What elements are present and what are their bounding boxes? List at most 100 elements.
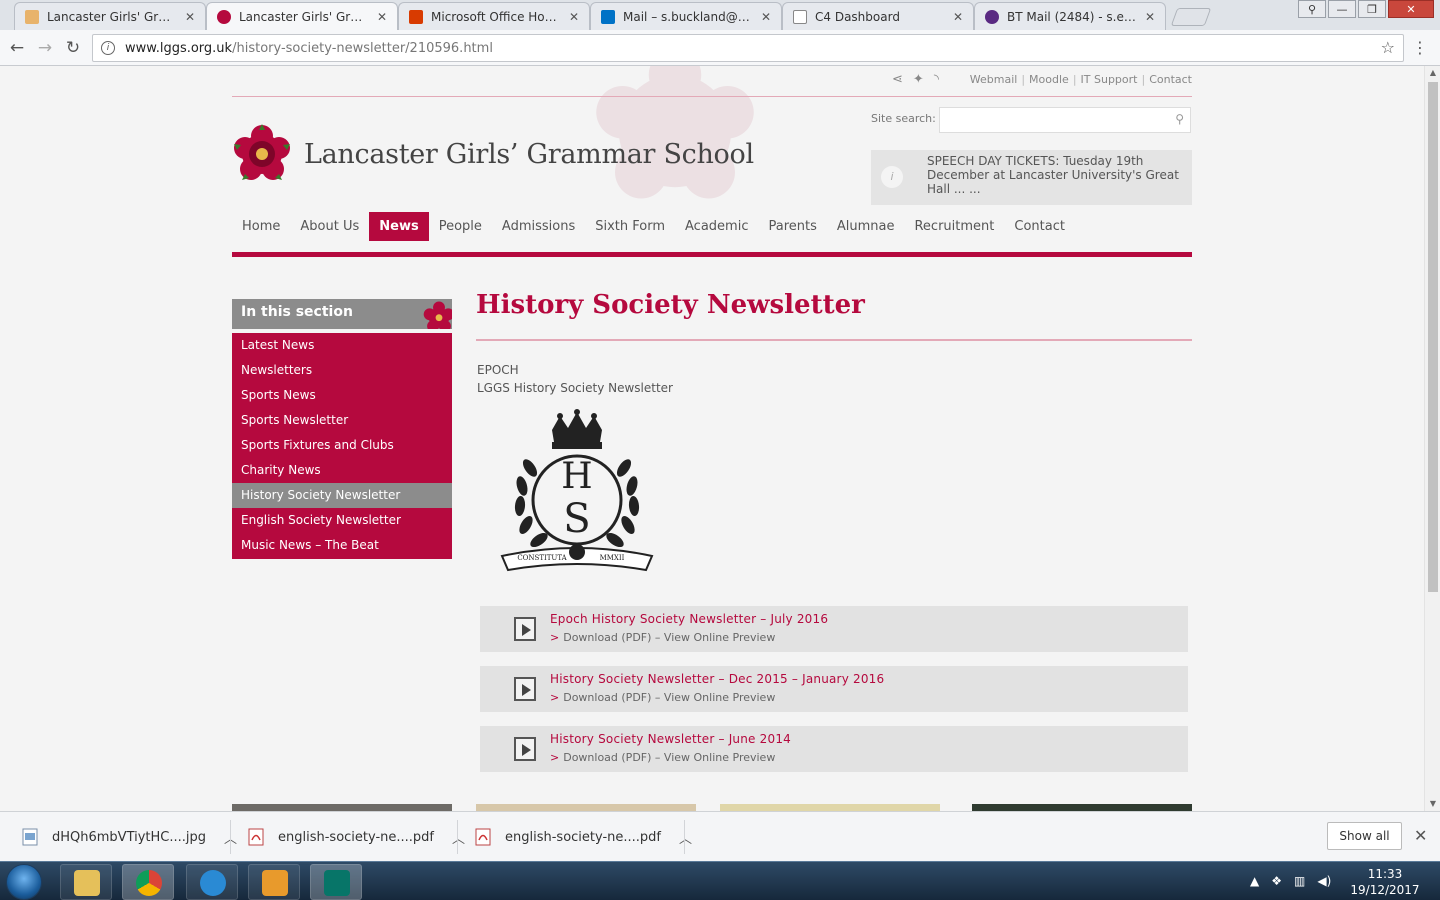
twitter-icon[interactable]: ✦: [913, 72, 924, 87]
play-icon[interactable]: [514, 677, 536, 701]
sidebar-item-english-society[interactable]: English Society Newsletter: [232, 508, 452, 533]
search-icon[interactable]: ⚲: [1175, 112, 1184, 126]
download-file-item[interactable]: english-society-ne....pdf ︿: [475, 820, 692, 854]
footer-image[interactable]: [720, 804, 940, 811]
download-title[interactable]: History Society Newsletter – June 2014: [550, 732, 791, 746]
nav-news[interactable]: News: [369, 212, 429, 241]
sidebar-item-latest-news[interactable]: Latest News: [232, 333, 452, 358]
nav-home[interactable]: Home: [232, 212, 290, 241]
top-link-moodle[interactable]: Moodle: [1029, 73, 1069, 86]
chevron-up-icon[interactable]: ︿: [452, 828, 465, 847]
close-tab-icon[interactable]: ✕: [951, 10, 965, 24]
title-divider: [476, 339, 1192, 341]
scroll-down-icon[interactable]: ▼: [1425, 797, 1440, 811]
download-filename: dHQh6mbVTiytHC....jpg: [52, 829, 207, 845]
close-window-button[interactable]: ✕: [1388, 0, 1434, 18]
volume-icon[interactable]: ◀): [1317, 874, 1331, 888]
browser-tab-6[interactable]: BT Mail (2484) - s.e.buck ✕: [974, 2, 1166, 30]
new-tab-button[interactable]: [1170, 8, 1212, 26]
taskbar-explorer[interactable]: [60, 864, 112, 900]
address-bar[interactable]: i www.lggs.org.uk/history-society-newsle…: [92, 34, 1404, 62]
close-downloads-icon[interactable]: ✕: [1414, 826, 1427, 845]
sidebar-item-charity-news[interactable]: Charity News: [232, 458, 452, 483]
site-search-input[interactable]: ⚲: [939, 107, 1191, 133]
forward-arrow-icon[interactable]: →: [34, 37, 56, 59]
nav-contact[interactable]: Contact: [1004, 212, 1075, 241]
close-tab-icon[interactable]: ✕: [567, 10, 581, 24]
browser-tab-4[interactable]: Mail – s.buckland@lggs. ✕: [590, 2, 782, 30]
nav-alumnae[interactable]: Alumnae: [827, 212, 905, 241]
nav-parents[interactable]: Parents: [758, 212, 826, 241]
download-title[interactable]: Epoch History Society Newsletter – July …: [550, 612, 828, 626]
nav-academic[interactable]: Academic: [675, 212, 758, 241]
nav-people[interactable]: People: [429, 212, 492, 241]
network-icon[interactable]: ▥: [1294, 874, 1305, 888]
online-preview-link[interactable]: View Online Preview: [664, 751, 775, 764]
minimize-button[interactable]: —: [1328, 0, 1356, 18]
maximize-button[interactable]: ❐: [1358, 0, 1386, 18]
url-path: /history-society-newsletter/210596.html: [232, 40, 493, 56]
download-links: > Download (PDF) – View Online Preview: [550, 631, 776, 644]
play-icon[interactable]: [514, 737, 536, 761]
bookmark-star-icon[interactable]: ☆: [1381, 38, 1395, 57]
download-item: History Society Newsletter – June 2014 >…: [480, 726, 1188, 772]
online-preview-link[interactable]: View Online Preview: [664, 691, 775, 704]
download-pdf-link[interactable]: Download (PDF): [563, 751, 651, 764]
close-tab-icon[interactable]: ✕: [759, 10, 773, 24]
scroll-up-icon[interactable]: ▲: [1425, 66, 1440, 80]
download-file-item[interactable]: dHQh6mbVTiytHC....jpg ︿: [22, 820, 237, 854]
share-icon[interactable]: ⋖: [892, 72, 903, 87]
sidebar-item-history-society[interactable]: History Society Newsletter: [232, 483, 452, 508]
back-arrow-icon[interactable]: ←: [6, 37, 28, 59]
taskbar-media-player[interactable]: [248, 864, 300, 900]
sidebar-item-sports-fixtures[interactable]: Sports Fixtures and Clubs: [232, 433, 452, 458]
site-info-icon[interactable]: i: [101, 41, 115, 55]
footer-image[interactable]: [972, 804, 1192, 811]
browser-tab-2[interactable]: Lancaster Girls' Gramma ✕: [206, 2, 398, 30]
nav-sixth-form[interactable]: Sixth Form: [585, 212, 675, 241]
download-file-item[interactable]: english-society-ne....pdf ︿: [248, 820, 465, 854]
sidebar-item-music-news[interactable]: Music News – The Beat: [232, 533, 452, 558]
footer-image[interactable]: [232, 804, 452, 811]
nav-admissions[interactable]: Admissions: [492, 212, 585, 241]
user-profile-icon[interactable]: ⚲: [1298, 0, 1326, 18]
browser-menu-icon[interactable]: ⋮: [1412, 38, 1428, 57]
nav-recruitment[interactable]: Recruitment: [904, 212, 1004, 241]
chevron-up-icon[interactable]: ︿: [679, 828, 692, 847]
sidebar-item-newsletters[interactable]: Newsletters: [232, 358, 452, 383]
image-file-icon: [22, 828, 38, 846]
rss-icon[interactable]: ◝: [934, 72, 939, 87]
play-icon[interactable]: [514, 617, 536, 641]
top-link-contact[interactable]: Contact: [1149, 73, 1192, 86]
top-link-it-support[interactable]: IT Support: [1081, 73, 1138, 86]
download-pdf-link[interactable]: Download (PDF): [563, 691, 651, 704]
start-button[interactable]: [6, 864, 42, 900]
download-title[interactable]: History Society Newsletter – Dec 2015 – …: [550, 672, 884, 686]
close-tab-icon[interactable]: ✕: [375, 10, 389, 24]
taskbar-publisher[interactable]: [310, 864, 362, 900]
reload-icon[interactable]: ↻: [62, 37, 84, 59]
browser-tab-5[interactable]: C4 Dashboard ✕: [782, 2, 974, 30]
taskbar-internet-explorer[interactable]: [186, 864, 238, 900]
site-logo[interactable]: Lancaster Girls’ Grammar School: [232, 124, 754, 184]
notice-ticker[interactable]: i SPEECH DAY TICKETS: Tuesday 19th Decem…: [871, 150, 1192, 205]
browser-tab-3[interactable]: Microsoft Office Home ✕: [398, 2, 590, 30]
footer-image[interactable]: [476, 804, 696, 811]
taskbar-chrome[interactable]: [122, 864, 174, 900]
show-all-downloads-button[interactable]: Show all: [1327, 822, 1402, 850]
sidebar-item-sports-news[interactable]: Sports News: [232, 383, 452, 408]
online-preview-link[interactable]: View Online Preview: [664, 631, 775, 644]
nav-about-us[interactable]: About Us: [290, 212, 369, 241]
browser-tab-1[interactable]: Lancaster Girls' Grammar ✕: [14, 2, 206, 30]
download-pdf-link[interactable]: Download (PDF): [563, 631, 651, 644]
page-scrollbar[interactable]: ▲ ▼: [1424, 66, 1440, 811]
close-tab-icon[interactable]: ✕: [1143, 10, 1157, 24]
browser-tab-bar: Lancaster Girls' Grammar ✕ Lancaster Gir…: [0, 0, 1440, 30]
top-link-webmail[interactable]: Webmail: [970, 73, 1018, 86]
close-tab-icon[interactable]: ✕: [183, 10, 197, 24]
sidebar-item-sports-newsletter[interactable]: Sports Newsletter: [232, 408, 452, 433]
tray-expand-icon[interactable]: ▲: [1250, 874, 1259, 888]
scrollbar-thumb[interactable]: [1428, 82, 1438, 592]
dropbox-icon[interactable]: ❖: [1271, 874, 1282, 888]
system-clock[interactable]: 11:33 19/12/2017: [1350, 866, 1420, 898]
